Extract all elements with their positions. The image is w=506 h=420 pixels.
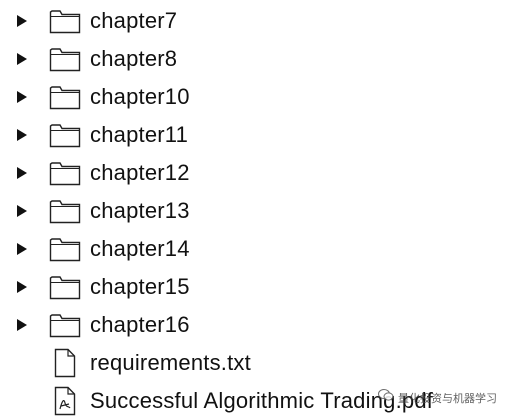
folder-icon	[48, 83, 82, 111]
watermark-text: 量化投资与机器学习	[398, 391, 497, 405]
tree-item-label: chapter15	[90, 274, 190, 299]
expand-triangle-icon[interactable]	[12, 11, 32, 31]
tree-row-chapter7[interactable]: chapter7	[0, 2, 506, 40]
folder-icon	[48, 45, 82, 73]
tree-row-chapter10[interactable]: chapter10	[0, 78, 506, 116]
expand-triangle-icon[interactable]	[12, 163, 32, 183]
tree-row-chapter12[interactable]: chapter12	[0, 154, 506, 192]
folder-icon	[48, 7, 82, 35]
expand-triangle-icon[interactable]	[12, 239, 32, 259]
expand-triangle-icon[interactable]	[12, 49, 32, 69]
tree-row-chapter13[interactable]: chapter13	[0, 192, 506, 230]
folder-icon	[48, 311, 82, 339]
pdf-file-icon	[48, 386, 82, 416]
file-tree: chapter7 chapter8 chapter10 chapter11 ch…	[0, 0, 506, 420]
tree-item-label: chapter16	[90, 312, 190, 337]
watermark: 量化投资与机器学习	[378, 388, 497, 407]
tree-row-chapter15[interactable]: chapter15	[0, 268, 506, 306]
text-file-icon	[48, 348, 82, 378]
tree-row-chapter8[interactable]: chapter8	[0, 40, 506, 78]
folder-icon	[48, 121, 82, 149]
expand-triangle-icon[interactable]	[12, 277, 32, 297]
tree-item-label: chapter8	[90, 46, 178, 71]
tree-item-label: chapter11	[90, 122, 189, 147]
tree-item-label: chapter14	[90, 236, 190, 261]
expand-triangle-icon[interactable]	[12, 87, 32, 107]
folder-icon	[48, 159, 82, 187]
folder-icon	[48, 273, 82, 301]
tree-item-label: chapter7	[90, 8, 178, 33]
tree-item-label: requirements.txt	[90, 350, 251, 375]
expand-triangle-icon[interactable]	[12, 315, 32, 335]
folder-icon	[48, 235, 82, 263]
folder-icon	[48, 197, 82, 225]
tree-row-chapter11[interactable]: chapter11	[0, 116, 506, 154]
tree-row-chapter16[interactable]: chapter16	[0, 306, 506, 344]
tree-item-label: chapter12	[90, 160, 190, 185]
tree-row-requirements[interactable]: requirements.txt	[0, 344, 506, 382]
wechat-icon	[378, 388, 394, 407]
tree-item-label: chapter10	[90, 84, 190, 109]
tree-row-chapter14[interactable]: chapter14	[0, 230, 506, 268]
tree-item-label: chapter13	[90, 198, 190, 223]
expand-triangle-icon[interactable]	[12, 125, 32, 145]
expand-triangle-icon[interactable]	[12, 201, 32, 221]
